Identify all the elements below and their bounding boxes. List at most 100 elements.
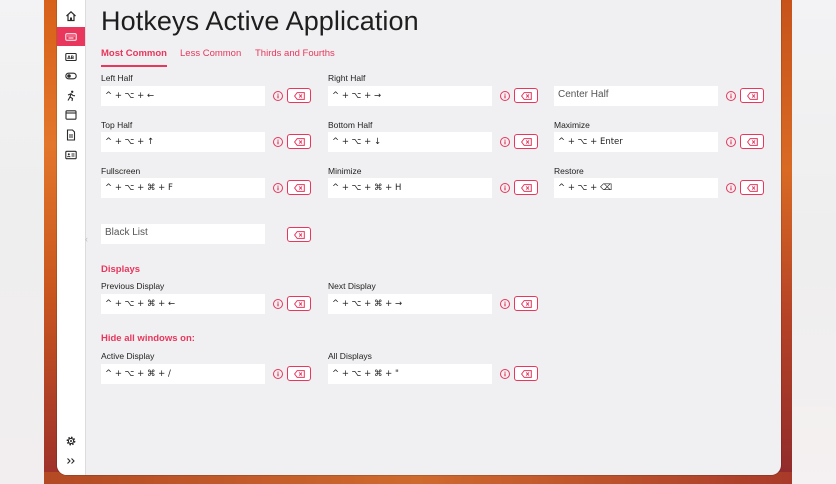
expand-sidebar-button[interactable]: [57, 451, 85, 470]
settings-button[interactable]: [57, 431, 85, 450]
hotkey-label: Next Display: [328, 281, 376, 291]
sidebar-item-hotkeys[interactable]: [57, 27, 85, 46]
sidebar-item-document[interactable]: [57, 125, 85, 144]
clear-button[interactable]: [740, 180, 764, 195]
clear-button[interactable]: [287, 296, 311, 311]
info-icon: [277, 139, 279, 145]
info-icon: [730, 93, 732, 99]
displays-section-header: Displays: [101, 264, 141, 275]
text-box-icon: AB: [65, 52, 77, 61]
hotkey-label: Right Half: [328, 73, 366, 83]
info-button[interactable]: [273, 91, 283, 101]
hotkey-label: Minimize: [328, 166, 362, 176]
sidebar-item-home[interactable]: [57, 6, 85, 25]
clear-button[interactable]: [514, 88, 538, 103]
clear-button[interactable]: [740, 134, 764, 149]
clear-button[interactable]: [287, 180, 311, 195]
info-icon: [504, 93, 506, 99]
info-button[interactable]: [726, 91, 736, 101]
hotkey-input-maximize[interactable]: ^ + ⌥ + Enter: [554, 132, 718, 152]
info-icon: [504, 139, 506, 145]
clear-button[interactable]: [514, 296, 538, 311]
info-button[interactable]: [500, 91, 510, 101]
hotkey-input-center-half[interactable]: Center Half: [554, 86, 718, 106]
clear-button[interactable]: [287, 88, 311, 103]
sidebar-item-windows[interactable]: [57, 105, 85, 124]
sidebar-collapse-handle[interactable]: ‹: [85, 234, 88, 244]
desktop-background-right: [778, 0, 836, 484]
hotkey-input-next-display[interactable]: ^ + ⌥ + ⌘ + →: [328, 294, 492, 314]
hotkey-input-previous-display[interactable]: ^ + ⌥ + ⌘ + ←: [101, 294, 265, 314]
backspace-icon: [746, 91, 758, 100]
home-icon: [66, 10, 76, 21]
info-icon: [277, 185, 279, 191]
backspace-icon: [520, 137, 532, 146]
backspace-icon: [520, 183, 532, 192]
window-icon: [65, 109, 77, 120]
tab-less-common[interactable]: Less Common: [180, 48, 241, 65]
info-button[interactable]: [273, 137, 283, 147]
hotkey-input-minimize[interactable]: ^ + ⌥ + ⌘ + H: [328, 178, 492, 198]
backspace-icon: [293, 91, 305, 100]
tab-most-common[interactable]: Most Common: [101, 48, 167, 67]
sidebar: AB: [57, 0, 86, 475]
clear-button[interactable]: [514, 134, 538, 149]
clear-button[interactable]: [514, 366, 538, 381]
backspace-icon: [293, 230, 305, 239]
hotkey-input-top-half[interactable]: ^ + ⌥ + ↑: [101, 132, 265, 152]
clear-button[interactable]: [287, 134, 311, 149]
clear-button[interactable]: [287, 366, 311, 381]
hotkey-input-left-half[interactable]: ^ + ⌥ + ←: [101, 86, 265, 106]
hotkey-label: Left Half: [101, 73, 133, 83]
info-button[interactable]: [500, 369, 510, 379]
hotkey-label: Fullscreen: [101, 166, 141, 176]
hotkey-input-bottom-half[interactable]: ^ + ⌥ + ↓: [328, 132, 492, 152]
info-button[interactable]: [500, 183, 510, 193]
backspace-icon: [520, 369, 532, 378]
gear-icon: [66, 436, 76, 445]
id-card-icon: [65, 150, 77, 159]
sidebar-item-activity[interactable]: [57, 86, 85, 105]
backspace-icon: [293, 369, 305, 378]
clear-button[interactable]: [514, 180, 538, 195]
info-icon: [504, 185, 506, 191]
info-button[interactable]: [726, 183, 736, 193]
hotkey-label: Maximize: [554, 120, 590, 130]
info-button[interactable]: [500, 137, 510, 147]
info-icon: [277, 301, 279, 307]
info-button[interactable]: [273, 299, 283, 309]
hotkey-label: Active Display: [101, 351, 155, 361]
backspace-icon: [293, 183, 305, 192]
hotkey-input-fullscreen[interactable]: ^ + ⌥ + ⌘ + F: [101, 178, 265, 198]
backspace-icon: [520, 299, 532, 308]
hide-all-section-header: Hide all windows on:: [101, 333, 195, 344]
clear-button[interactable]: [740, 88, 764, 103]
hotkey-input-restore[interactable]: ^ + ⌥ + ⌫: [554, 178, 718, 198]
hotkey-input-right-half[interactable]: ^ + ⌥ + →: [328, 86, 492, 106]
backspace-icon: [746, 137, 758, 146]
info-icon: [504, 301, 506, 307]
hotkey-label: Bottom Half: [328, 120, 373, 130]
desktop-background-left: [0, 0, 60, 484]
hotkey-input-active-display[interactable]: ^ + ⌥ + ⌘ + /: [101, 364, 265, 384]
info-button[interactable]: [500, 299, 510, 309]
info-button[interactable]: [726, 137, 736, 147]
hotkey-input-all-displays[interactable]: ^ + ⌥ + ⌘ + ": [328, 364, 492, 384]
info-icon: [277, 371, 279, 377]
info-button[interactable]: [273, 183, 283, 193]
hotkey-input-black-list[interactable]: Black List: [101, 224, 265, 244]
backspace-icon: [293, 299, 305, 308]
page-title: Hotkeys Active Application: [101, 6, 419, 36]
clear-button[interactable]: [287, 227, 311, 242]
keyboard-icon: [65, 32, 77, 41]
app-window: AB ‹ Hotkeys Active Application Most Com…: [57, 0, 781, 475]
sidebar-item-toggle[interactable]: [57, 66, 85, 85]
hotkey-label: Top Half: [101, 120, 133, 130]
sidebar-item-id-card[interactable]: [57, 145, 85, 164]
hotkey-label: Restore: [554, 166, 584, 176]
double-chevron-right-icon: [67, 457, 75, 464]
sidebar-item-text[interactable]: AB: [57, 47, 85, 66]
info-button[interactable]: [273, 369, 283, 379]
tab-thirds-and-fourths[interactable]: Thirds and Fourths: [255, 48, 335, 65]
svg-text:AB: AB: [67, 55, 74, 61]
